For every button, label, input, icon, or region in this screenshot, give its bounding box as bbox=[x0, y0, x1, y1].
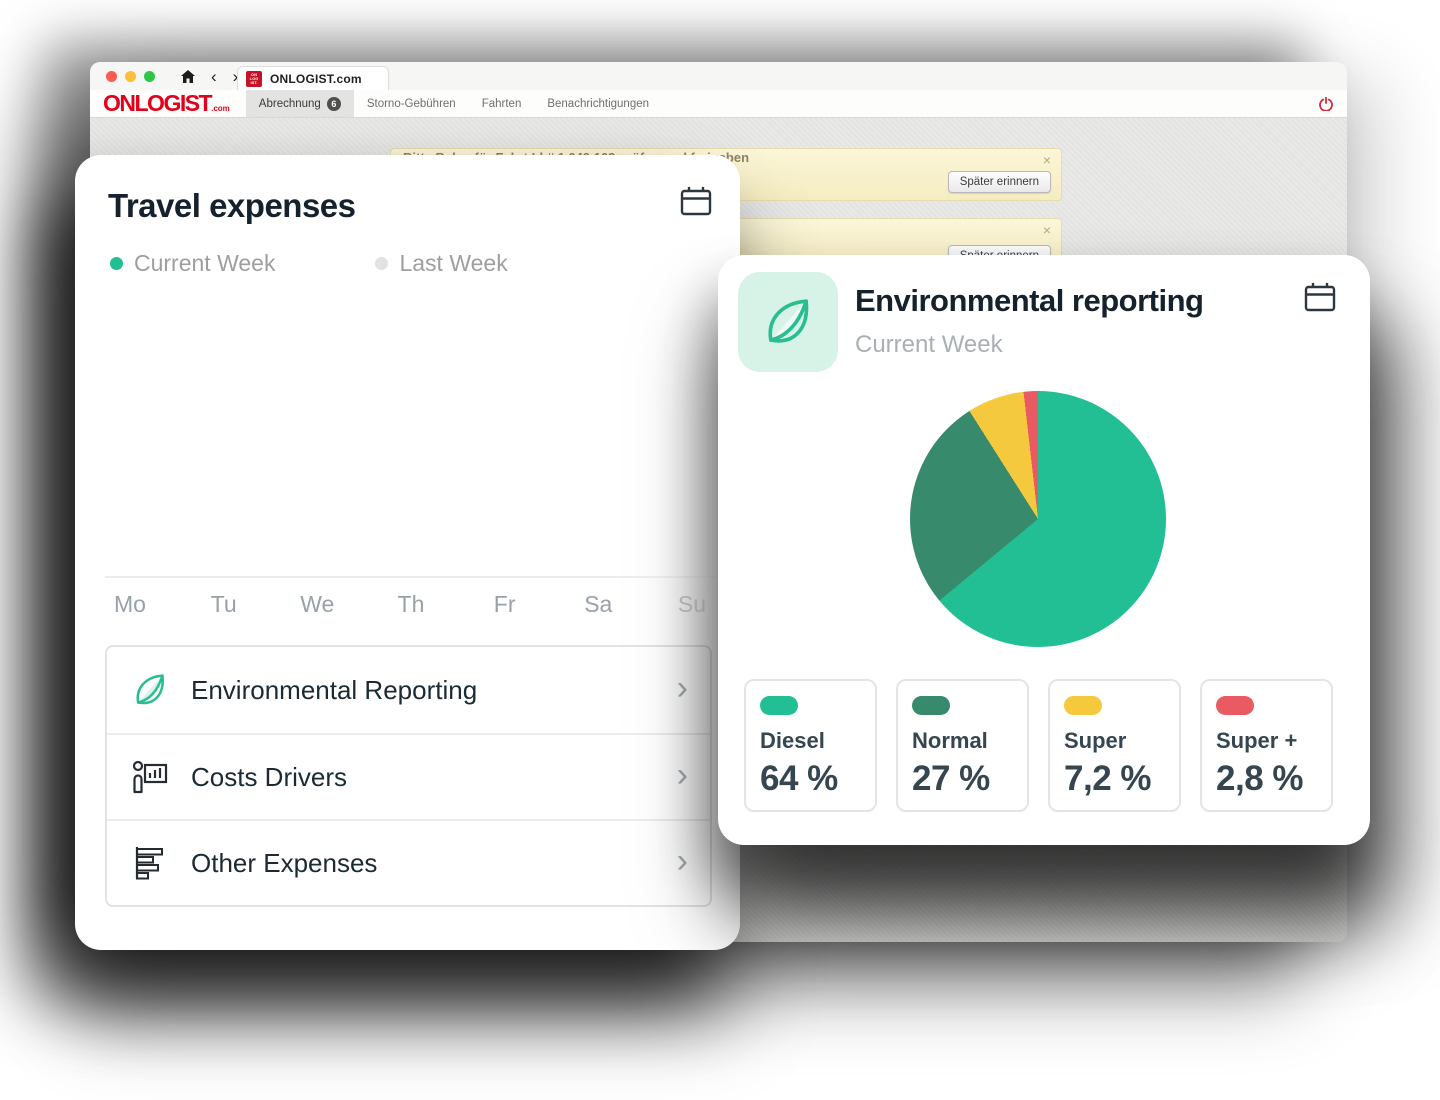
x-axis-label-fr: Fr bbox=[486, 591, 524, 618]
leaf-badge bbox=[738, 272, 838, 372]
chart-legend: Current Week Last Week bbox=[110, 250, 508, 277]
legend-item-last-week: Last Week bbox=[375, 250, 507, 277]
close-window-button[interactable] bbox=[106, 71, 117, 82]
stat-color-pill bbox=[760, 696, 798, 715]
notification-count-badge: 6 bbox=[327, 97, 341, 111]
environmental-reporting-card: Environmental reporting Current Week Die… bbox=[718, 255, 1370, 845]
logout-power-icon[interactable] bbox=[1319, 97, 1333, 111]
horizontal-bars-icon bbox=[129, 842, 171, 884]
report-links-list: Environmental Reporting › Costs Drivers … bbox=[105, 645, 712, 907]
bar-chart: Mo Tu We Th Fr Sa Su bbox=[105, 288, 717, 618]
calendar-icon[interactable] bbox=[1303, 281, 1337, 313]
tab-title: ONLOGIST.com bbox=[270, 72, 362, 86]
card-title: Environmental reporting bbox=[855, 283, 1203, 319]
x-axis-label-we: We bbox=[298, 591, 336, 618]
stat-card-normal: Normal 27 % bbox=[896, 679, 1029, 812]
bars-row bbox=[105, 288, 717, 578]
nav-item-storno-gebuehren[interactable]: Storno-Gebühren bbox=[354, 90, 469, 117]
x-axis-label-mo: Mo bbox=[111, 591, 149, 618]
stat-card-diesel: Diesel 64 % bbox=[744, 679, 877, 812]
back-icon[interactable]: ‹ bbox=[211, 68, 217, 85]
nav-item-benachrichtigungen[interactable]: Benachrichtigungen bbox=[534, 90, 662, 117]
legend-item-current-week: Current Week bbox=[110, 250, 275, 277]
stat-color-pill bbox=[1064, 696, 1102, 715]
card-title: Travel expenses bbox=[108, 187, 356, 225]
home-icon[interactable] bbox=[181, 70, 195, 83]
legend-dot-current bbox=[110, 257, 123, 270]
onlogist-logo[interactable]: ONLOGIST .com bbox=[103, 90, 230, 117]
minimize-window-button[interactable] bbox=[125, 71, 136, 82]
presenter-chart-icon bbox=[129, 756, 171, 798]
onlogist-favicon-icon: ON LOG IST. bbox=[246, 71, 262, 87]
chevron-right-icon: › bbox=[677, 671, 688, 709]
x-axis-label-sa: Sa bbox=[579, 591, 617, 618]
chevron-right-icon: › bbox=[677, 844, 688, 882]
leaf-icon bbox=[129, 669, 171, 711]
x-axis-label-th: Th bbox=[392, 591, 430, 618]
card-subtitle: Current Week bbox=[855, 331, 1003, 359]
fuel-pie-chart bbox=[910, 391, 1166, 647]
list-item-other-expenses[interactable]: Other Expenses › bbox=[107, 819, 710, 905]
x-axis-label-su: Su bbox=[673, 591, 711, 618]
chevron-right-icon: › bbox=[677, 758, 688, 796]
leaf-icon bbox=[759, 293, 817, 351]
stat-color-pill bbox=[912, 696, 950, 715]
nav-item-fahrten[interactable]: Fahrten bbox=[469, 90, 535, 117]
travel-expenses-card: Travel expenses Current Week Last Week M… bbox=[75, 155, 740, 950]
stat-color-pill bbox=[1216, 696, 1254, 715]
days-row: Mo Tu We Th Fr Sa Su bbox=[105, 591, 717, 618]
legend-dot-last bbox=[375, 257, 388, 270]
stage: ‹ › ON LOG IST. ONLOGIST.com ONLOGIST .c… bbox=[0, 0, 1440, 1100]
window-controls bbox=[106, 71, 155, 82]
stat-card-super-plus: Super + 2,8 % bbox=[1200, 679, 1333, 812]
browser-tab[interactable]: ON LOG IST. ONLOGIST.com bbox=[237, 66, 389, 90]
list-item-environmental-reporting[interactable]: Environmental Reporting › bbox=[107, 647, 710, 733]
calendar-icon[interactable] bbox=[679, 185, 713, 217]
remind-later-button[interactable]: Später erinnern bbox=[948, 171, 1051, 193]
fuel-stats-row: Diesel 64 % Normal 27 % Super 7,2 % Supe… bbox=[744, 679, 1333, 812]
close-icon[interactable]: × bbox=[1043, 152, 1051, 168]
close-icon[interactable]: × bbox=[1043, 222, 1051, 238]
list-item-costs-drivers[interactable]: Costs Drivers › bbox=[107, 733, 710, 819]
x-axis-label-tu: Tu bbox=[205, 591, 243, 618]
stat-card-super: Super 7,2 % bbox=[1048, 679, 1181, 812]
browser-titlebar: ‹ › ON LOG IST. ONLOGIST.com bbox=[90, 62, 1347, 90]
app-navbar: ONLOGIST .com Abrechnung 6 Storno-Gebühr… bbox=[90, 90, 1347, 118]
zoom-window-button[interactable] bbox=[144, 71, 155, 82]
nav-item-abrechnung[interactable]: Abrechnung 6 bbox=[246, 90, 354, 117]
